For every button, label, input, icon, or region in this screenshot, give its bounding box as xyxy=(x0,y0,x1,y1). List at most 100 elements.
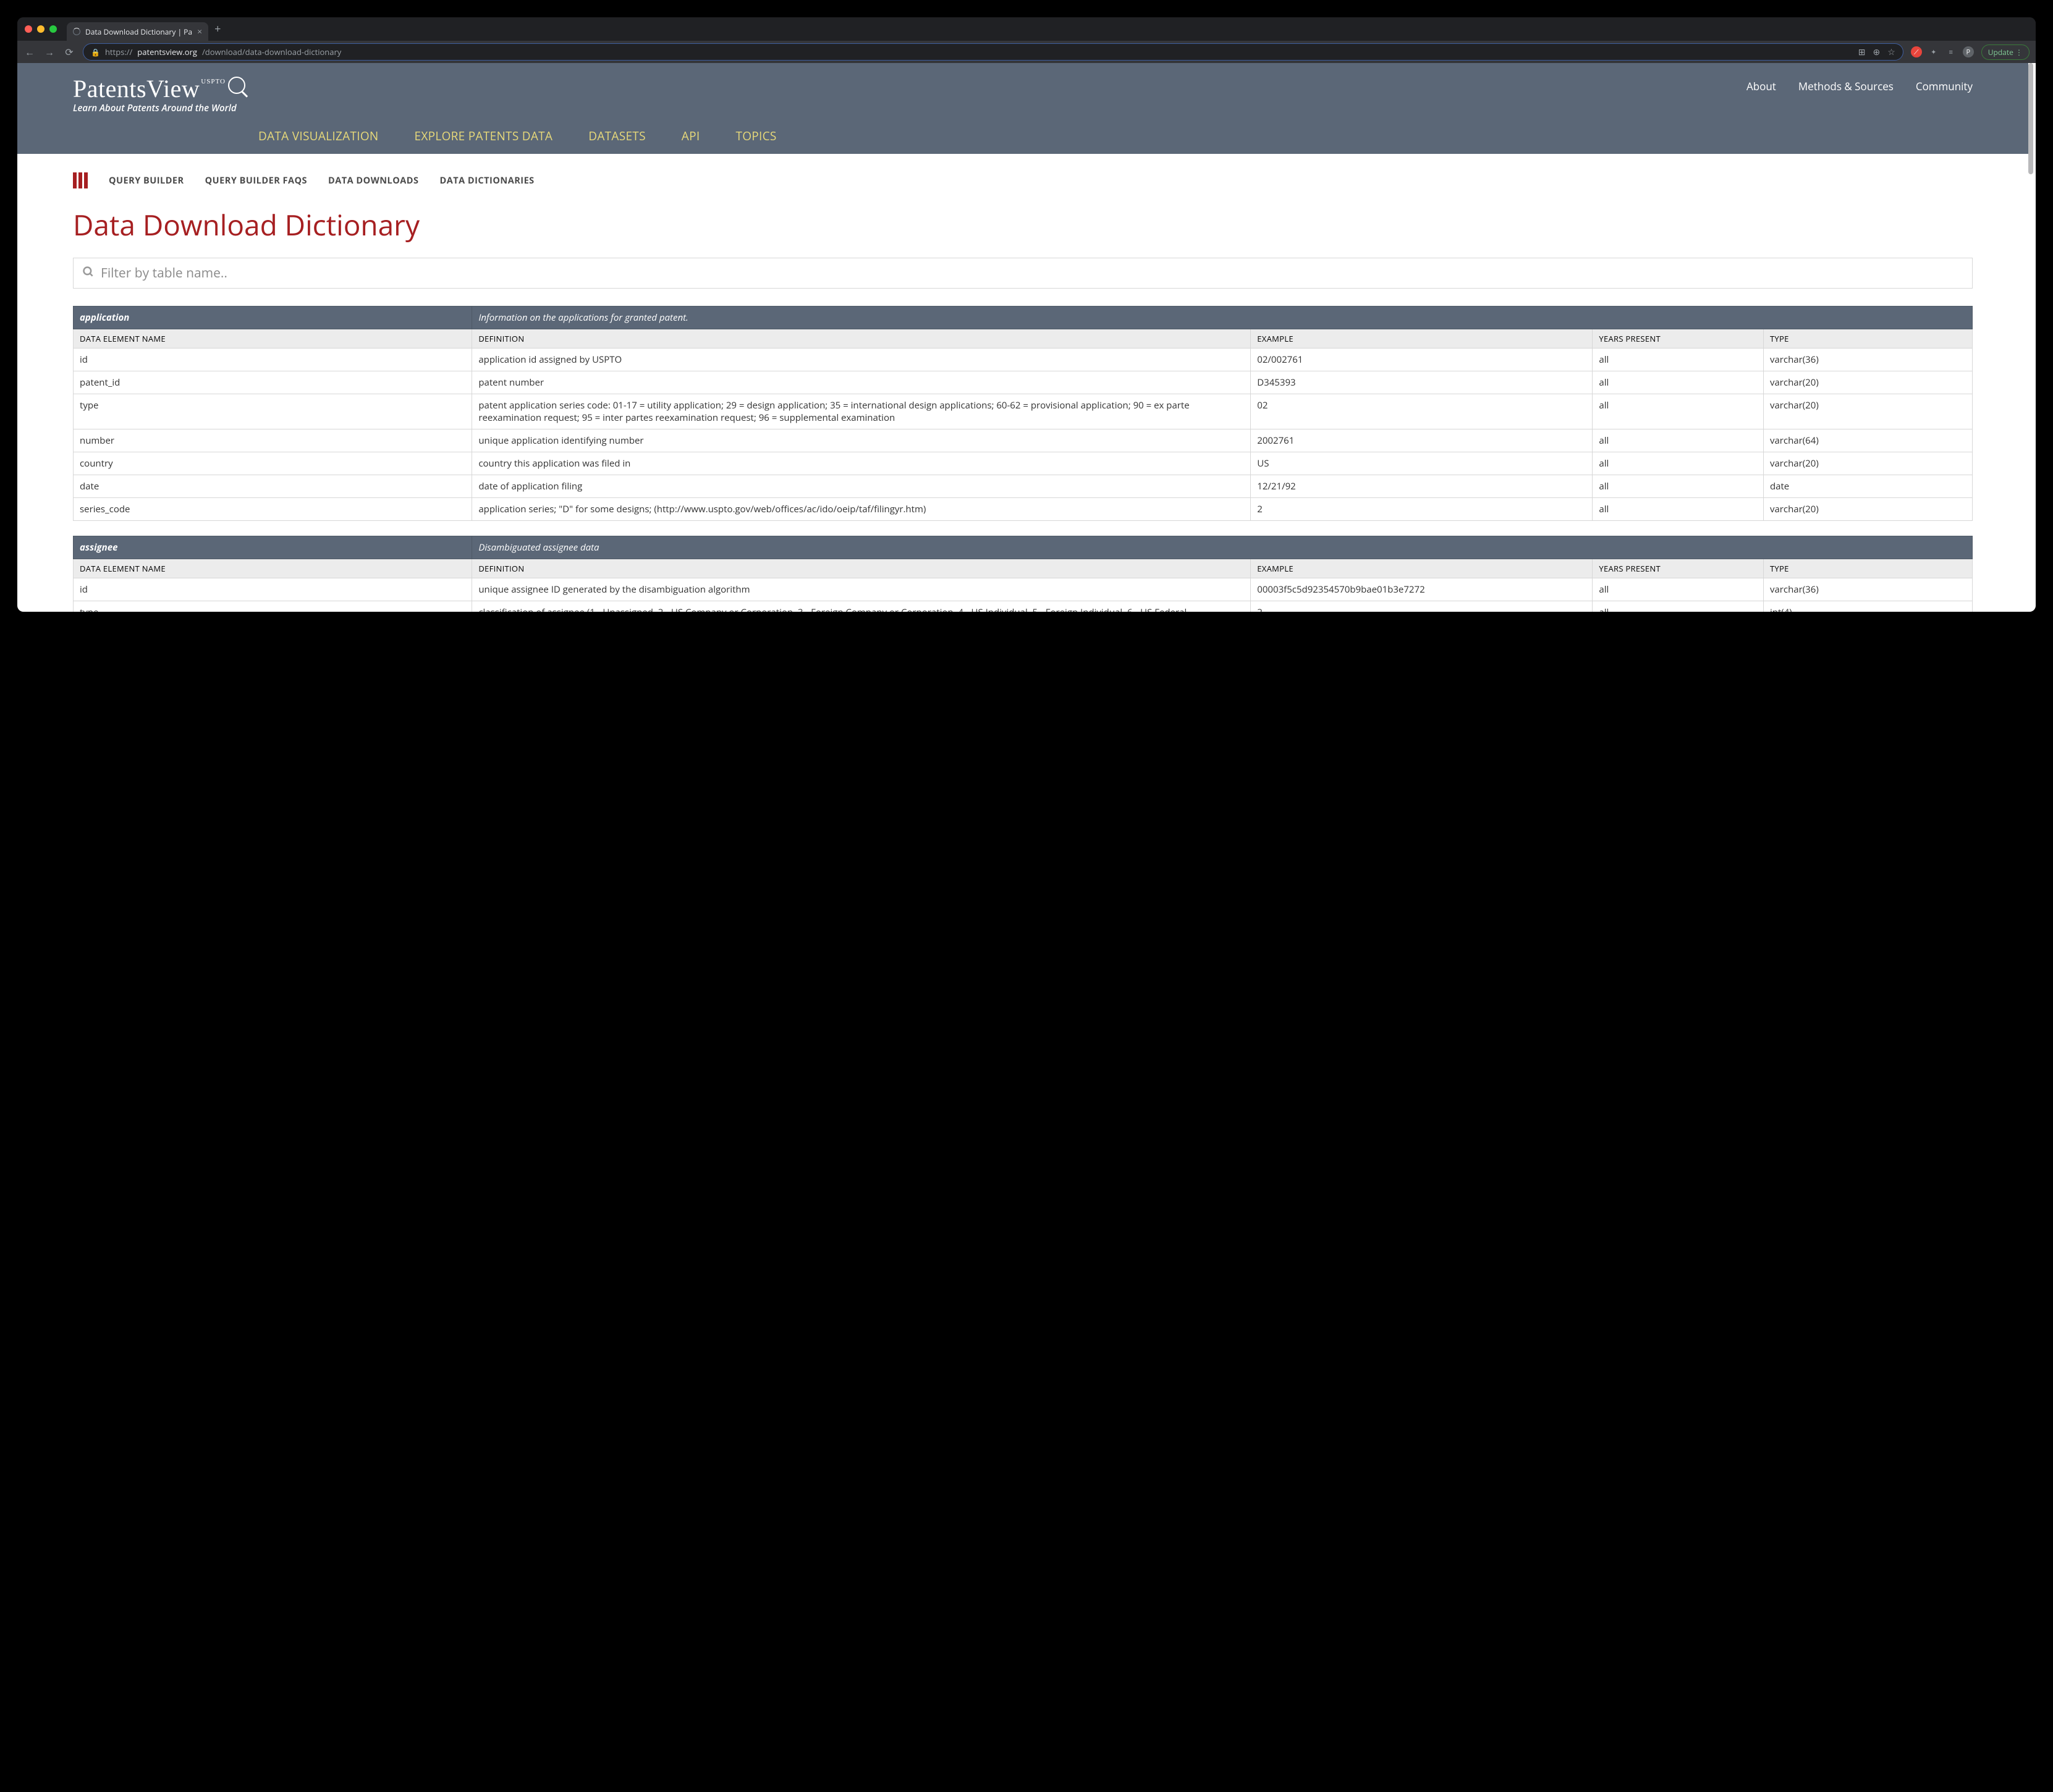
cell-example: 2 xyxy=(1251,601,1593,612)
section-header-row: applicationInformation on the applicatio… xyxy=(74,306,1973,329)
filter-input[interactable] xyxy=(101,264,1963,282)
close-window-button[interactable] xyxy=(25,25,32,33)
section-name: application xyxy=(74,306,472,329)
tab-bar: Data Download Dictionary | Pa × + xyxy=(17,17,2036,41)
table-row: datedate of application filing12/21/92al… xyxy=(74,475,1973,498)
profile-avatar[interactable]: P xyxy=(1963,46,1974,57)
cell-type: date xyxy=(1763,475,1972,498)
logo-text: PatentsView USPTO xyxy=(73,74,245,103)
main-nav: DATA VISUALIZATION EXPLORE PATENTS DATA … xyxy=(258,128,1973,144)
cell-example: 2002761 xyxy=(1251,429,1593,452)
cell-type: int(4) xyxy=(1763,601,1972,612)
col-header-years: YEARS PRESENT xyxy=(1593,559,1764,578)
sub-nav: QUERY BUILDER QUERY BUILDER FAQS DATA DO… xyxy=(73,172,1973,188)
top-nav: About Methods & Sources Community xyxy=(1746,74,1973,93)
nav-community[interactable]: Community xyxy=(1916,79,1973,93)
forward-button[interactable]: → xyxy=(43,45,56,59)
scrollbar-track[interactable] xyxy=(2028,63,2034,612)
logo-badge: USPTO xyxy=(201,78,226,85)
subnav-data-downloads[interactable]: DATA DOWNLOADS xyxy=(328,175,418,187)
close-tab-icon[interactable]: × xyxy=(197,26,202,38)
bookmark-icon[interactable]: ☆ xyxy=(1887,46,1895,58)
cell-years: all xyxy=(1593,475,1764,498)
table-row: typeclassification of assignee (1 - Unas… xyxy=(74,601,1973,612)
site-header: PatentsView USPTO Learn About Patents Ar… xyxy=(17,63,2028,154)
col-header-name: DATA ELEMENT NAME xyxy=(74,329,472,349)
nav-topics[interactable]: TOPICS xyxy=(735,128,776,144)
cell-name: number xyxy=(74,429,472,452)
back-button[interactable]: ← xyxy=(23,45,36,59)
cell-definition: application series; "D" for some designs… xyxy=(472,498,1251,521)
window-controls xyxy=(25,25,57,33)
section-header-row: assigneeDisambiguated assignee data xyxy=(74,536,1973,559)
cell-name: type xyxy=(74,601,472,612)
table-row: series_codeapplication series; "D" for s… xyxy=(74,498,1973,521)
extension-icon[interactable]: ⟋ xyxy=(1911,46,1922,57)
cell-example: US xyxy=(1251,452,1593,475)
address-bar: ← → ⟳ 🔒 https://patentsview.org/download… xyxy=(17,41,2036,63)
cell-type: varchar(20) xyxy=(1763,394,1972,429)
cell-type: varchar(36) xyxy=(1763,578,1972,601)
new-tab-button[interactable]: + xyxy=(214,22,221,36)
extensions-menu-icon[interactable]: ✦ xyxy=(1928,46,1939,57)
loading-spinner-icon xyxy=(73,28,80,35)
subnav-query-builder[interactable]: QUERY BUILDER xyxy=(109,175,184,187)
browser-tab[interactable]: Data Download Dictionary | Pa × xyxy=(67,22,208,41)
cell-years: all xyxy=(1593,498,1764,521)
subnav-query-faqs[interactable]: QUERY BUILDER FAQS xyxy=(205,175,307,187)
maximize-window-button[interactable] xyxy=(49,25,57,33)
table-row: idapplication id assigned by USPTO02/002… xyxy=(74,349,1973,371)
cell-type: varchar(36) xyxy=(1763,349,1972,371)
cell-definition: patent application series code: 01-17 = … xyxy=(472,394,1251,429)
table-row: patent_idpatent numberD345393allvarchar(… xyxy=(74,371,1973,394)
magnifier-icon xyxy=(228,77,245,94)
minimize-window-button[interactable] xyxy=(37,25,44,33)
nav-api[interactable]: API xyxy=(682,128,700,144)
subnav-bars-icon xyxy=(73,172,88,188)
col-header-definition: DEFINITION xyxy=(472,329,1251,349)
table-row: idunique assignee ID generated by the di… xyxy=(74,578,1973,601)
nav-methods[interactable]: Methods & Sources xyxy=(1798,79,1894,93)
reading-list-icon[interactable]: ≡ xyxy=(1945,46,1957,57)
cell-example: 00003f5c5d92354570b9bae01b3e7272 xyxy=(1251,578,1593,601)
col-header-name: DATA ELEMENT NAME xyxy=(74,559,472,578)
cell-years: all xyxy=(1593,429,1764,452)
cell-example: 2 xyxy=(1251,498,1593,521)
cell-name: id xyxy=(74,349,472,371)
col-header-definition: DEFINITION xyxy=(472,559,1251,578)
cell-type: varchar(20) xyxy=(1763,498,1972,521)
zoom-icon[interactable]: ⊕ xyxy=(1873,46,1880,58)
cell-years: all xyxy=(1593,394,1764,429)
url-input[interactable]: 🔒 https://patentsview.org/download/data-… xyxy=(83,43,1903,61)
cell-years: all xyxy=(1593,452,1764,475)
nav-about[interactable]: About xyxy=(1746,79,1776,93)
cell-name: id xyxy=(74,578,472,601)
cell-name: series_code xyxy=(74,498,472,521)
subnav-data-dictionaries[interactable]: DATA DICTIONARIES xyxy=(439,175,534,187)
cell-name: type xyxy=(74,394,472,429)
nav-data-viz[interactable]: DATA VISUALIZATION xyxy=(258,128,379,144)
cell-definition: unique assignee ID generated by the disa… xyxy=(472,578,1251,601)
cell-years: all xyxy=(1593,349,1764,371)
cell-example: 02/002761 xyxy=(1251,349,1593,371)
dictionary-table: assigneeDisambiguated assignee dataDATA … xyxy=(73,536,1973,612)
nav-explore[interactable]: EXPLORE PATENTS DATA xyxy=(415,128,553,144)
filter-box xyxy=(73,258,1973,289)
site-tagline: Learn About Patents Around the World xyxy=(73,102,245,114)
col-header-years: YEARS PRESENT xyxy=(1593,329,1764,349)
site-logo[interactable]: PatentsView USPTO Learn About Patents Ar… xyxy=(73,74,245,114)
cell-definition: country this application was filed in xyxy=(472,452,1251,475)
dictionary-sections: applicationInformation on the applicatio… xyxy=(73,306,1973,612)
reload-button[interactable]: ⟳ xyxy=(63,45,75,59)
site-header-top: PatentsView USPTO Learn About Patents Ar… xyxy=(73,74,1973,114)
section-name: assignee xyxy=(74,536,472,559)
nav-datasets[interactable]: DATASETS xyxy=(588,128,646,144)
table-row: countrycountry this application was file… xyxy=(74,452,1973,475)
section-description: Disambiguated assignee data xyxy=(472,536,1973,559)
translate-icon[interactable]: ⊞ xyxy=(1858,46,1866,58)
cell-example: 02 xyxy=(1251,394,1593,429)
scrollbar-thumb[interactable] xyxy=(2028,63,2033,174)
column-header-row: DATA ELEMENT NAMEDEFINITIONEXAMPLEYEARS … xyxy=(74,559,1973,578)
dictionary-table: applicationInformation on the applicatio… xyxy=(73,306,1973,521)
update-button[interactable]: Update ⋮ xyxy=(1981,44,2030,60)
